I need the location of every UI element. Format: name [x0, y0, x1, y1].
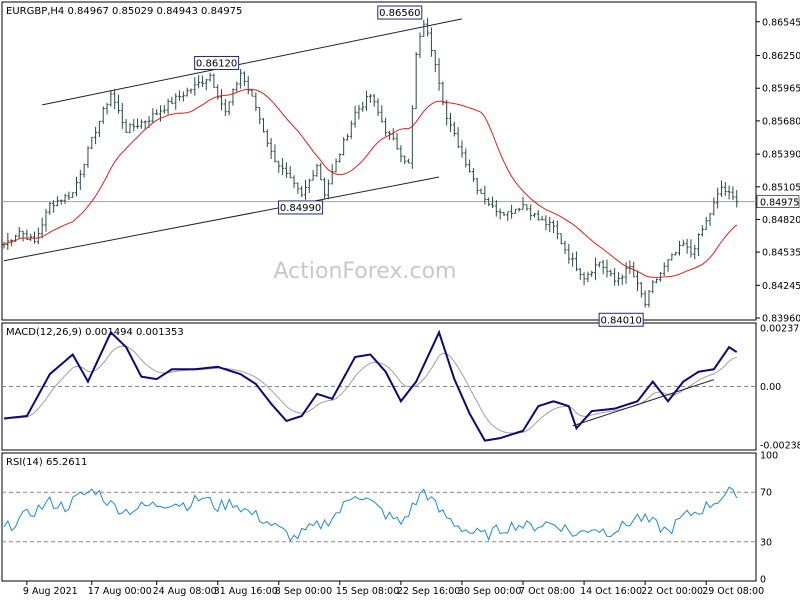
price-y-tick-label: 0.84245 — [762, 281, 800, 292]
price-y-tick-label: 0.85680 — [762, 116, 800, 127]
rsi-header: RSI(14) 65.2611 — [6, 457, 87, 468]
current-price-label: 0.84975 — [760, 198, 799, 209]
x-tick-label: 22 Oct 00:00 — [641, 586, 703, 597]
chart-background — [0, 0, 800, 600]
x-tick-label: 29 Oct 08:00 — [702, 586, 764, 597]
price-y-tick-label: 0.85390 — [762, 150, 800, 161]
x-tick-label: 15 Sep 08:00 — [336, 586, 399, 597]
price-y-tick-label: 0.86545 — [762, 17, 800, 28]
macd-y-tick-label: 0.00237 — [760, 324, 799, 335]
price-label-text: 0.84990 — [280, 203, 321, 214]
x-tick-label: 22 Sep 16:00 — [397, 586, 460, 597]
price-y-tick-label: 0.84535 — [762, 248, 800, 259]
x-tick-label: 7 Oct 08:00 — [519, 586, 575, 597]
x-tick-label: 31 Aug 16:00 — [214, 586, 278, 597]
x-tick-label: 9 Aug 2021 — [23, 586, 78, 597]
price-label-text: 0.84010 — [600, 315, 641, 326]
rsi-y-tick-label: 100 — [760, 451, 778, 462]
x-tick-label: 17 Aug 00:00 — [88, 586, 152, 597]
price-y-tick-label: 0.85965 — [762, 84, 800, 95]
watermark: ActionForex.com — [274, 259, 457, 284]
forex-chart: ActionForex.com EURGBP,H4 0.84967 0.8502… — [0, 0, 800, 600]
rsi-y-tick-label: 0 — [760, 575, 766, 586]
x-tick-label: 30 Sep 00:00 — [458, 586, 521, 597]
x-tick-label: 14 Oct 16:00 — [580, 586, 642, 597]
price-y-tick-label: 0.86250 — [762, 51, 800, 62]
price-y-tick-label: 0.84820 — [762, 215, 800, 226]
price-header: EURGBP,H4 0.84967 0.85029 0.84943 0.8497… — [6, 6, 242, 17]
price-label-text: 0.86120 — [196, 58, 237, 69]
macd-header: MACD(12,26,9) 0.001494 0.001353 — [6, 327, 184, 338]
x-tick-label: 24 Aug 08:00 — [153, 586, 217, 597]
rsi-y-tick-label: 70 — [760, 488, 772, 499]
x-tick-label: 8 Sep 00:00 — [275, 586, 332, 597]
rsi-y-tick-label: 30 — [760, 537, 772, 548]
price-y-tick-label: 0.85105 — [762, 182, 800, 193]
price-label-text: 0.86560 — [379, 8, 420, 19]
macd-y-tick-label: 0.00 — [760, 382, 781, 393]
